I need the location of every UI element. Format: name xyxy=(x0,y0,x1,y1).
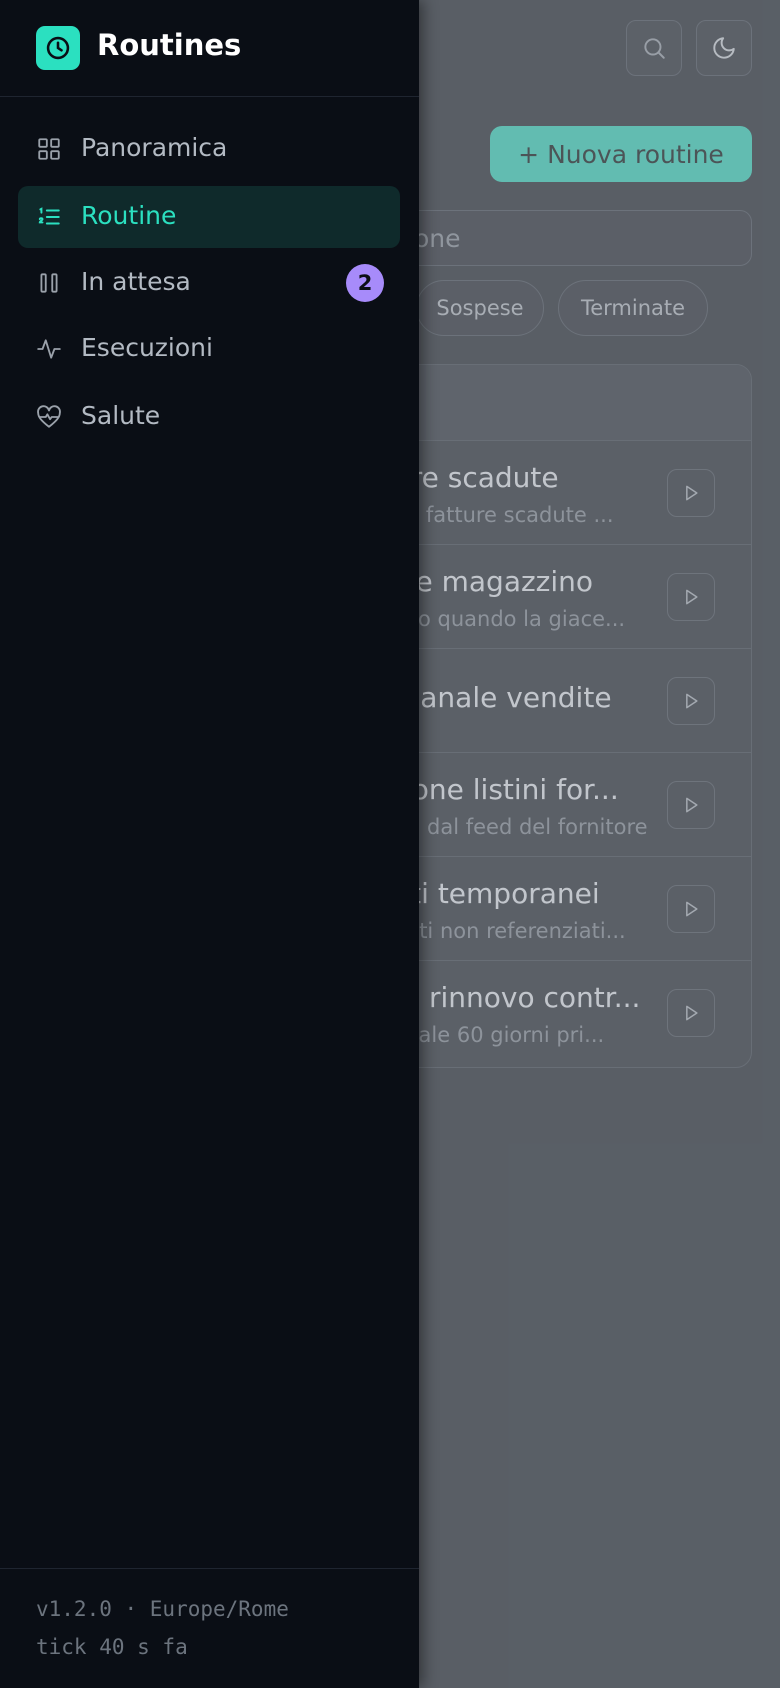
nav-label: In attesa xyxy=(81,267,191,296)
heart-pulse-icon xyxy=(37,405,61,428)
nav-label: Esecuzioni xyxy=(81,333,213,362)
nav-label: Panoramica xyxy=(81,133,228,162)
nav-item-in-attesa[interactable]: In attesa 2 xyxy=(18,252,400,314)
drawer-header: Routines xyxy=(0,0,419,97)
nav-drawer: Routines Panoramica Routine In attesa 2 … xyxy=(0,0,419,1688)
clock-icon xyxy=(46,36,70,60)
nav-label: Salute xyxy=(81,401,161,430)
nav-item-esecuzioni[interactable]: Esecuzioni xyxy=(18,318,400,380)
version-info: v1.2.0 · Europe/Rome xyxy=(36,1597,289,1621)
nav-label: Routine xyxy=(81,201,177,230)
drawer-footer: v1.2.0 · Europe/Rome tick 40 s fa xyxy=(0,1568,419,1688)
nav-item-routine[interactable]: Routine xyxy=(18,186,400,248)
nav-item-salute[interactable]: Salute xyxy=(18,386,400,448)
tick-status: tick 40 s fa xyxy=(36,1635,188,1659)
app-title: Routines xyxy=(97,28,242,62)
grid-icon xyxy=(38,138,60,160)
nav-item-panoramica[interactable]: Panoramica xyxy=(18,118,400,180)
pending-count-badge: 2 xyxy=(346,264,384,302)
list-icon xyxy=(38,207,60,225)
activity-icon xyxy=(37,339,61,359)
app-logo xyxy=(36,26,80,70)
pause-icon xyxy=(40,273,58,293)
